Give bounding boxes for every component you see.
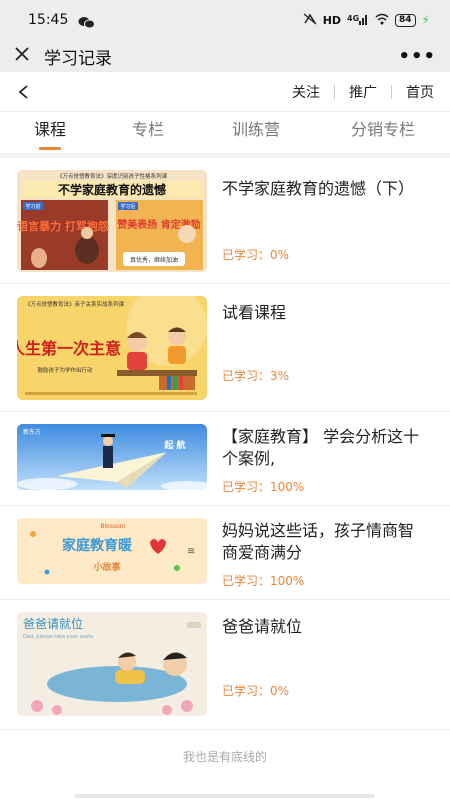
course-thumbnail: 新东方 起 航 (17, 424, 207, 490)
course-title: 妈妈说这些话，孩子情商智商爱商满分 (222, 521, 415, 562)
charging-icon: ⚡ (421, 13, 430, 27)
course-item[interactable]: 《万点觉悟教育法》深度识别孩子性格系列课 不学家庭教育的遗憾 学习前 学习后 语… (0, 158, 450, 284)
nav-links: 关注 推广 首页 (278, 82, 450, 102)
course-item[interactable]: 爸爸请就位 Dad, please take your seats 爸爸请就位 … (0, 600, 450, 730)
signal-icon: 4G (347, 13, 369, 28)
thumb-tagline: 起 航 (163, 439, 185, 451)
home-indicator (75, 794, 375, 798)
course-thumbnail: 《万点觉悟教育法》亲子关系实战系列课 人生第一次主意 鼓励孩子为学作出行动 (17, 296, 207, 400)
course-progress: 已学习：3% (222, 369, 290, 383)
tab-training-camp[interactable]: 训练营 (196, 112, 316, 154)
nav-row: 关注 推广 首页 (0, 72, 450, 112)
course-title: 爸爸请就位 (222, 617, 303, 636)
battery-icon: 84 (395, 13, 416, 27)
course-item[interactable]: 新东方 起 航 【家庭教育】 学会分析这十个案例, 已学习：100% (0, 412, 450, 506)
end-of-list-text: 我也是有底线的 (182, 750, 267, 764)
course-thumbnail: 爸爸请就位 Dad, please take your seats (17, 612, 207, 716)
tab-distribution-columns[interactable]: 分销专栏 (316, 112, 450, 154)
thumb-headline: 人生第一次主意 (17, 339, 121, 358)
thumb-headline: 家庭教育暖 (62, 537, 133, 554)
page-title: 学习记录 (44, 48, 112, 69)
svg-text:≋: ≋ (187, 546, 195, 557)
close-icon[interactable] (14, 46, 30, 66)
more-options-button[interactable]: ••• (398, 46, 436, 67)
nfc-icon (303, 13, 317, 28)
hd-indicator: HD (322, 13, 342, 27)
thumb-headline: 爸爸请就位 (23, 616, 83, 631)
thumb-bubble: 真优秀，继续加油 (130, 256, 178, 264)
home-link[interactable]: 首页 (392, 82, 450, 102)
thumb-subline: 鼓励孩子为学作出行动 (37, 366, 93, 374)
thumb-left-text: 语言暴力 打骂抱怨 (17, 219, 109, 233)
title-bar: 学习记录 ••• (0, 40, 450, 72)
course-list: 《万点觉悟教育法》深度识别孩子性格系列课 不学家庭教育的遗憾 学习前 学习后 语… (0, 158, 450, 730)
course-progress: 已学习：100% (222, 480, 305, 494)
thumb-series: 《万点觉悟教育法》亲子关系实战系列课 (25, 300, 125, 308)
thumb-before-tag: 学习前 (25, 203, 40, 210)
course-item[interactable]: 《万点觉悟教育法》亲子关系实战系列课 人生第一次主意 鼓励孩子为学作出行动 试看… (0, 284, 450, 412)
wifi-icon (375, 13, 389, 28)
thumb-series: 《万点觉悟教育法》深度识别孩子性格系列课 (57, 172, 168, 180)
follow-link[interactable]: 关注 (278, 82, 334, 102)
course-title: 【家庭教育】 学会分析这十个案例, (222, 427, 420, 468)
chevron-left-icon (18, 84, 28, 99)
wechat-icon (78, 14, 96, 29)
course-progress: 已学习：0% (222, 248, 290, 262)
thumb-logo: 新东方 (23, 428, 41, 436)
course-progress: 已学习：100% (222, 574, 305, 588)
thumb-after-tag: 学习后 (120, 203, 135, 210)
course-title: 不学家庭教育的遗憾（下） (222, 179, 415, 198)
status-time: 15:45 (28, 12, 69, 28)
thumb-subline: Dad, please take your seats (23, 634, 93, 640)
back-button[interactable] (0, 72, 46, 112)
tab-courses[interactable]: 课程 (0, 112, 100, 154)
svg-text:4G: 4G (347, 14, 359, 23)
course-thumbnail: 《万点觉悟教育法》深度识别孩子性格系列课 不学家庭教育的遗憾 学习前 学习后 语… (17, 170, 207, 272)
course-progress: 已学习：0% (222, 684, 290, 698)
tab-bar: 课程 专栏 训练营 分销专栏 (0, 112, 450, 154)
course-thumbnail: Blossom 家庭教育暖 小故事 ≋ (17, 518, 207, 584)
thumb-subline: 小故事 (92, 561, 120, 573)
status-indicators: HD 4G 84 ⚡ (303, 13, 430, 28)
status-bar: 15:45 HD 4G 84 ⚡ (0, 0, 450, 40)
course-item[interactable]: Blossom 家庭教育暖 小故事 ≋ 妈妈说这些话，孩子情商智商爱商满分 已学… (0, 506, 450, 600)
promote-link[interactable]: 推广 (335, 82, 391, 102)
thumb-brand: Blossom (100, 523, 125, 530)
course-title: 试看课程 (222, 303, 287, 322)
tab-columns[interactable]: 专栏 (100, 112, 196, 154)
thumb-headline: 不学家庭教育的遗憾 (58, 182, 166, 197)
